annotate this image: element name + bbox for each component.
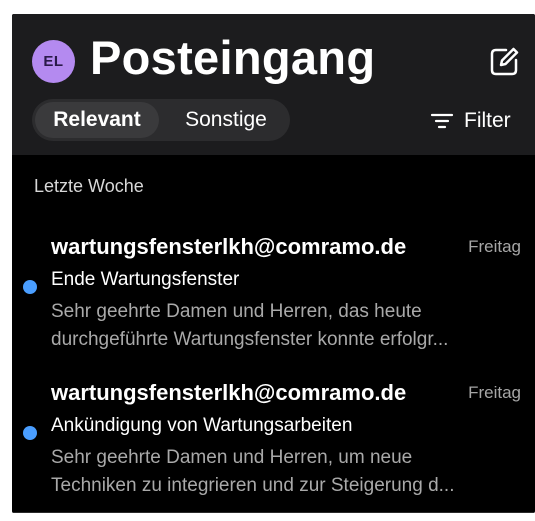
- page-title: Posteingang: [90, 31, 376, 84]
- inbox-header: EL Posteingang Relevant Sonstige Filter: [12, 14, 535, 155]
- unread-dot-icon: [23, 426, 37, 440]
- unread-dot-icon: [23, 280, 37, 294]
- compose-icon: [490, 47, 519, 76]
- email-preview-line: durchgeführte Wartungsfenster konnte erf…: [51, 329, 449, 350]
- divider: [12, 512, 535, 513]
- list-item[interactable]: wartungsfensterlkh@comramo.de Freitag An…: [12, 380, 535, 513]
- email-date: Freitag: [468, 237, 521, 256]
- email-sender: wartungsfensterlkh@comramo.de: [51, 234, 407, 259]
- section-header: Letzte Woche: [34, 176, 144, 196]
- compose-button[interactable]: [486, 44, 522, 80]
- mail-app-window: EL Posteingang Relevant Sonstige Filter …: [12, 14, 535, 513]
- tab-relevant[interactable]: Relevant: [35, 102, 159, 138]
- email-subject: Ankündigung von Wartungsarbeiten: [51, 415, 353, 436]
- avatar[interactable]: EL: [32, 40, 75, 83]
- tab-bar: Relevant Sonstige: [32, 99, 290, 141]
- filter-label: Filter: [464, 109, 511, 132]
- email-preview: Sehr geehrte Damen und Herren, das heute…: [51, 298, 521, 354]
- email-preview-line: Sehr geehrte Damen und Herren, um neue: [51, 447, 413, 468]
- email-date: Freitag: [468, 383, 521, 402]
- email-preview-line: Techniken zu integrieren und zur Steiger…: [51, 475, 455, 496]
- tab-sonstige[interactable]: Sonstige: [166, 99, 286, 141]
- email-sender: wartungsfensterlkh@comramo.de: [51, 380, 407, 405]
- list-item[interactable]: wartungsfensterlkh@comramo.de Freitag En…: [12, 234, 535, 369]
- email-subject: Ende Wartungsfenster: [51, 269, 240, 290]
- filter-button[interactable]: Filter: [430, 106, 511, 136]
- email-preview-line: Sehr geehrte Damen und Herren, das heute: [51, 301, 422, 322]
- filter-icon: [430, 113, 454, 129]
- email-preview: Sehr geehrte Damen und Herren, um neue T…: [51, 444, 521, 500]
